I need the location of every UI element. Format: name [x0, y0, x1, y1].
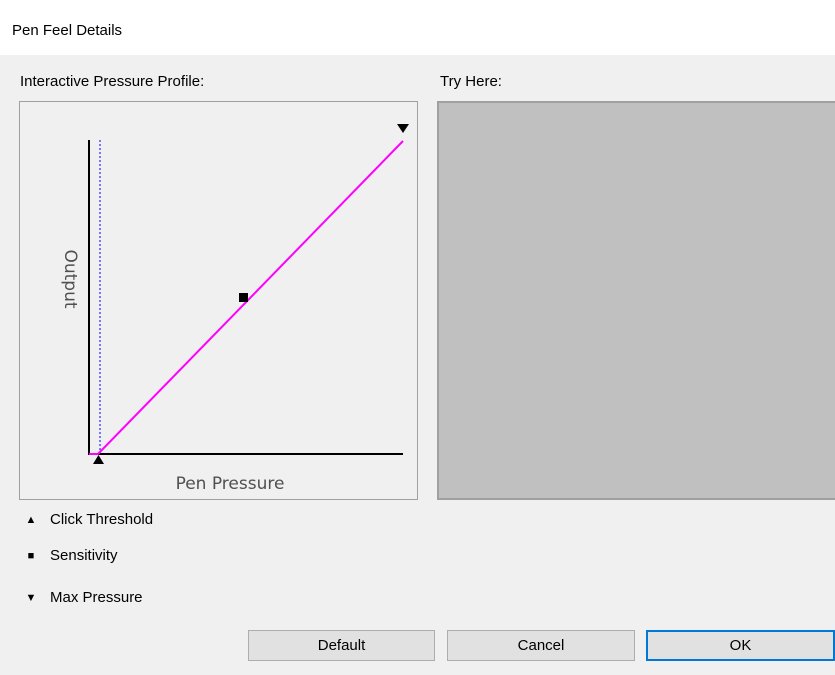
click-threshold-icon: ▲ [25, 513, 37, 526]
legend-item-sensitivity: ■ Sensitivity [24, 547, 118, 564]
legend-item-click-threshold: ▲ Click Threshold [24, 511, 154, 528]
try-here-area[interactable] [437, 101, 835, 500]
default-button[interactable]: Default [248, 630, 435, 661]
sensitivity-icon: ■ [27, 549, 35, 562]
sensitivity-handle[interactable] [239, 293, 248, 302]
profile-label: Interactive Pressure Profile: [20, 73, 205, 90]
pressure-profile-panel[interactable]: Output Pen Pressure [19, 101, 418, 500]
y-axis-label: Output [60, 249, 80, 308]
legend-label: Click Threshold [50, 511, 154, 528]
cancel-button[interactable]: Cancel [447, 630, 635, 661]
try-here-label: Try Here: [440, 73, 502, 90]
legend-label: Sensitivity [50, 547, 118, 564]
max-pressure-handle[interactable] [397, 124, 409, 133]
x-axis-label: Pen Pressure [176, 474, 285, 494]
max-pressure-icon: ▼ [25, 591, 37, 604]
window-title: Pen Feel Details [12, 22, 123, 39]
ok-button[interactable]: OK [646, 630, 835, 661]
legend-item-max-pressure: ▼ Max Pressure [24, 589, 143, 606]
title-bar: Pen Feel Details [0, 0, 835, 55]
click-threshold-handle[interactable] [93, 455, 104, 464]
legend-label: Max Pressure [50, 589, 143, 606]
pressure-profile-graph[interactable]: Output Pen Pressure [20, 102, 417, 499]
